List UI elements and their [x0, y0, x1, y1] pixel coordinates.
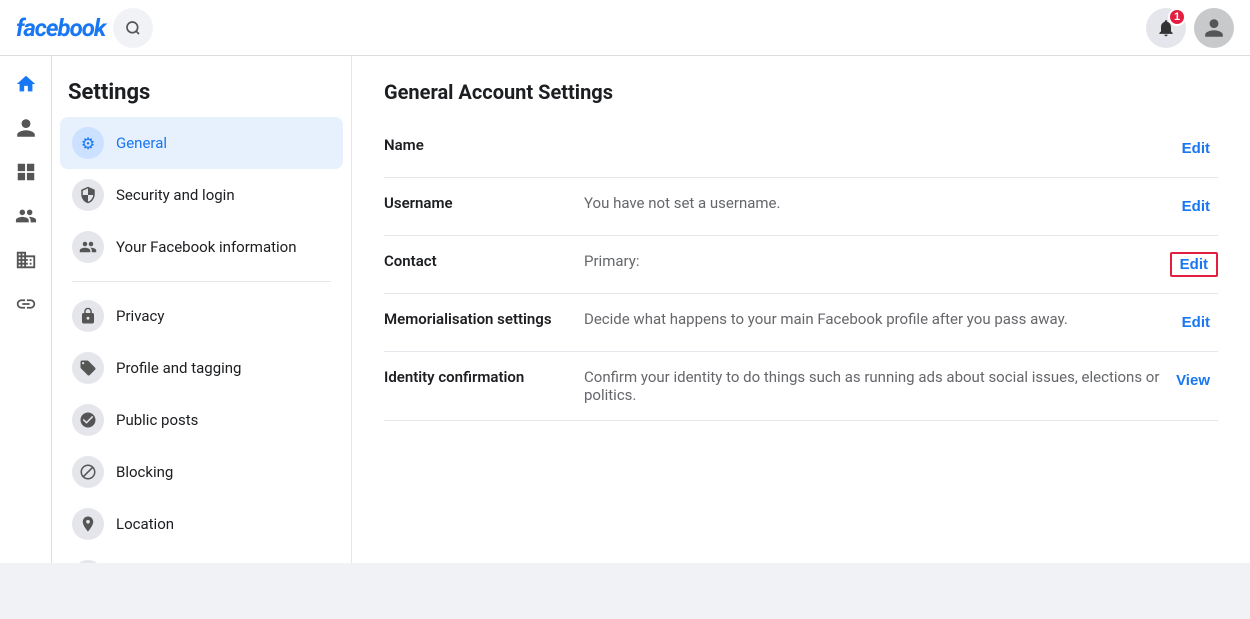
blocking-icon [72, 456, 104, 488]
memorialisation-edit-button[interactable]: Edit [1174, 310, 1218, 335]
sidebar-item-language[interactable]: Aa Language and region [60, 550, 343, 563]
sidebar-item-fb-info[interactable]: Your Facebook information [60, 221, 343, 273]
general-icon: ⚙ [72, 127, 104, 159]
field-name-name: Name [384, 120, 584, 178]
sidebar-item-general-label: General [116, 134, 167, 152]
sidebar-item-location[interactable]: Location [60, 498, 343, 550]
field-action-memorialisation: Edit [1168, 294, 1218, 352]
field-action-contact: Edit [1168, 236, 1218, 294]
sidebar-item-profile-tagging[interactable]: Profile and tagging [60, 342, 343, 394]
sidebar-item-security[interactable]: Security and login [60, 169, 343, 221]
settings-table: Name Edit Username You have not set a us… [384, 120, 1218, 421]
home-icon [15, 73, 37, 95]
username-edit-button[interactable]: Edit [1174, 194, 1218, 219]
sidebar-item-privacy-label: Privacy [116, 307, 164, 325]
sidebar-item-location-label: Location [116, 515, 174, 533]
field-action-name: Edit [1168, 120, 1218, 178]
privacy-icon [72, 300, 104, 332]
nav-link-button[interactable] [6, 284, 46, 324]
settings-title: Settings [60, 72, 343, 117]
name-edit-button[interactable]: Edit [1174, 136, 1218, 161]
link-icon [15, 293, 37, 315]
sidebar-item-public-posts[interactable]: Public posts [60, 394, 343, 446]
main-content: General Account Settings Name Edit Usern… [352, 56, 1250, 563]
sidebar-item-public-posts-label: Public posts [116, 411, 198, 429]
nav-friends-button[interactable] [6, 196, 46, 236]
account-icon [1203, 17, 1225, 39]
field-value-identity: Confirm your identity to do things such … [584, 352, 1168, 421]
facebook-logo: facebook [16, 14, 105, 42]
search-icon [125, 20, 141, 36]
page-title: General Account Settings [384, 80, 1218, 104]
sidebar-item-profile-tagging-label: Profile and tagging [116, 359, 241, 377]
field-name-contact: Contact [384, 236, 584, 294]
nav-right: 1 [1146, 8, 1234, 48]
identity-view-button[interactable]: View [1168, 368, 1218, 393]
groups-icon [15, 249, 37, 271]
nav-home-button[interactable] [6, 64, 46, 104]
sidebar-item-security-label: Security and login [116, 186, 235, 204]
field-name-username: Username [384, 178, 584, 236]
table-row: Username You have not set a username. Ed… [384, 178, 1218, 236]
table-row: Name Edit [384, 120, 1218, 178]
nav-profile-button[interactable] [6, 108, 46, 148]
top-navigation: facebook 1 [0, 0, 1250, 56]
sidebar-divider-1 [72, 281, 331, 282]
table-row: Contact Primary: Edit [384, 236, 1218, 294]
account-menu-button[interactable] [1194, 8, 1234, 48]
table-row: Identity confirmation Confirm your ident… [384, 352, 1218, 421]
table-row: Memorialisation settings Decide what hap… [384, 294, 1218, 352]
field-value-memorialisation: Decide what happens to your main Faceboo… [584, 294, 1168, 352]
field-action-username: Edit [1168, 178, 1218, 236]
field-value-contact: Primary: [584, 236, 1168, 294]
fb-info-icon [72, 231, 104, 263]
settings-sidebar: Settings ⚙ General Security and login Yo… [52, 56, 352, 563]
sidebar-item-blocking-label: Blocking [116, 463, 173, 481]
field-value-name [584, 120, 1168, 178]
notification-count: 1 [1168, 8, 1186, 26]
main-layout: Settings ⚙ General Security and login Yo… [0, 56, 1250, 563]
public-posts-icon [72, 404, 104, 436]
profile-nav-icon [15, 117, 37, 139]
profile-tagging-icon [72, 352, 104, 384]
location-icon [72, 508, 104, 540]
left-icon-nav [0, 56, 52, 563]
nav-groups-button[interactable] [6, 240, 46, 280]
nav-left: facebook [16, 8, 153, 48]
search-button[interactable] [113, 8, 153, 48]
sidebar-item-blocking[interactable]: Blocking [60, 446, 343, 498]
notifications-button[interactable]: 1 [1146, 8, 1186, 48]
field-action-identity: View [1168, 352, 1218, 421]
nav-grid-button[interactable] [6, 152, 46, 192]
grid-icon [15, 161, 37, 183]
security-icon [72, 179, 104, 211]
sidebar-item-privacy[interactable]: Privacy [60, 290, 343, 342]
field-value-username: You have not set a username. [584, 178, 1168, 236]
sidebar-item-fbinfo-label: Your Facebook information [116, 238, 297, 256]
field-name-identity: Identity confirmation [384, 352, 584, 421]
contact-edit-button[interactable]: Edit [1170, 252, 1218, 277]
field-name-memorialisation: Memorialisation settings [384, 294, 584, 352]
friends-icon [15, 205, 37, 227]
sidebar-item-general[interactable]: ⚙ General [60, 117, 343, 169]
